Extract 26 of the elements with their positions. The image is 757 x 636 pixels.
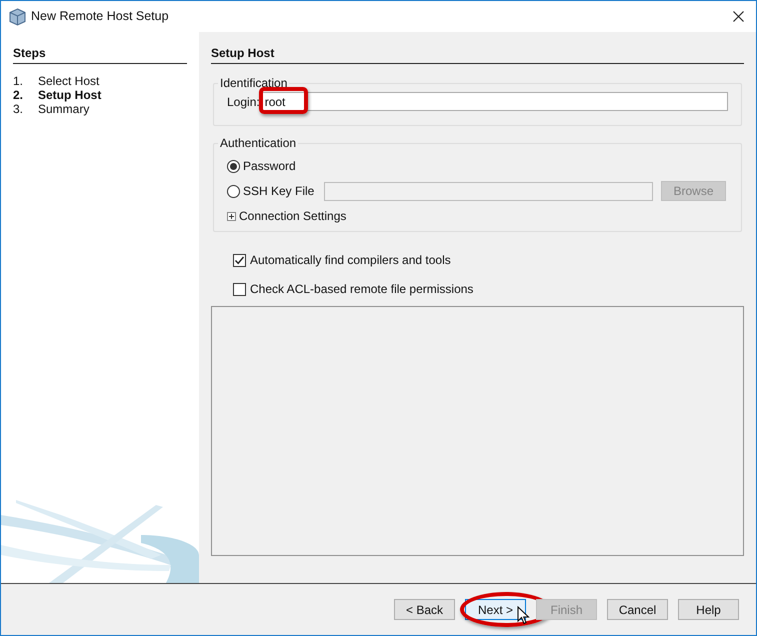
radio-button[interactable] <box>227 184 240 198</box>
radio-button[interactable] <box>227 160 240 172</box>
step-item: 3. Summary <box>13 102 90 116</box>
close-icon[interactable] <box>733 11 744 22</box>
step-item: 1. Select Host <box>13 74 100 88</box>
cube-icon <box>9 8 26 26</box>
connection-settings-label[interactable]: Connection Settings <box>239 207 346 225</box>
window-title: New Remote Host Setup <box>31 8 169 26</box>
steps-heading: Steps <box>13 44 187 64</box>
radio-label: Password <box>243 158 296 175</box>
dialog-button[interactable]: < Back <box>394 599 455 620</box>
radio-label: SSH Key File <box>243 183 316 200</box>
group-label: Authentication <box>219 135 298 152</box>
expand-icon[interactable] <box>227 212 236 220</box>
checkbox-label: Automatically find compilers and tools <box>250 252 451 269</box>
step-item: 2. Setup Host <box>13 88 102 102</box>
cursor-icon <box>517 606 530 625</box>
checkbox[interactable] <box>233 282 246 296</box>
group-label: Identification <box>219 75 288 92</box>
login-label: Login: <box>227 94 260 110</box>
checkbox-label: Check ACL-based remote file permissions <box>250 281 474 298</box>
dialog-button[interactable]: Help <box>678 599 739 620</box>
dialog-button[interactable]: Cancel <box>607 599 668 620</box>
panel-heading: Setup Host <box>211 44 744 64</box>
checkbox[interactable] <box>233 254 246 266</box>
login-field[interactable]: root <box>262 92 728 111</box>
